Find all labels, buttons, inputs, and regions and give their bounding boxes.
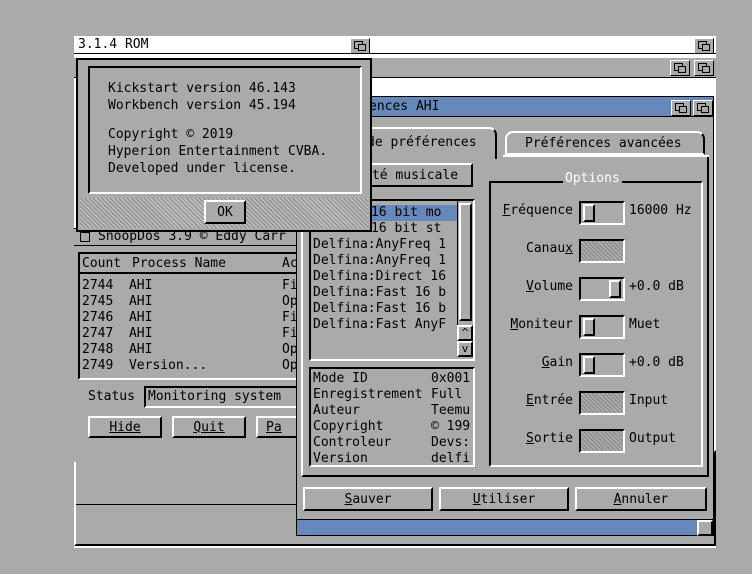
frequency-value: 16000 Hz bbox=[629, 203, 692, 218]
table-row[interactable]: 2747 AHI Fi bbox=[82, 326, 298, 342]
table-row[interactable]: 2749 Version... Op bbox=[82, 358, 298, 374]
list-item[interactable]: Delfina:Fast 16 b bbox=[311, 285, 457, 301]
table-row[interactable]: 2745 AHI Op bbox=[82, 294, 298, 310]
company-line: Hyperion Entertainment CVBA. bbox=[108, 144, 328, 159]
scroll-up-icon[interactable]: ^ bbox=[457, 325, 473, 341]
options-title: Options bbox=[563, 171, 622, 186]
tab-modes[interactable]: de préférences bbox=[357, 127, 497, 159]
ahi-depth-icon[interactable] bbox=[693, 100, 713, 116]
cancel-button[interactable]: Annuler bbox=[575, 487, 707, 511]
snoopdos-window: SnoopDos 3.9 © Eddy Carr Count Process N… bbox=[74, 228, 300, 462]
event-list-header: Count Process Name Ac bbox=[80, 254, 298, 274]
monitor-label: Moniteur bbox=[510, 317, 573, 332]
table-row[interactable]: 2746 AHI Fi bbox=[82, 310, 298, 326]
info-row: Controleur Devs: bbox=[313, 435, 471, 450]
screen-depth-icon[interactable] bbox=[694, 38, 714, 54]
input-slider bbox=[579, 391, 625, 415]
channels-label: Canaux bbox=[526, 241, 573, 256]
kickstart-version: Kickstart version 46.143 bbox=[108, 81, 296, 96]
ahi-title: ences AHI bbox=[369, 99, 440, 114]
scroll-thumb[interactable] bbox=[459, 203, 472, 321]
unit-button[interactable]: té musicale bbox=[357, 163, 473, 187]
gain-label: Gain bbox=[541, 355, 573, 370]
gain-slider[interactable] bbox=[579, 353, 625, 377]
frequency-knob[interactable] bbox=[583, 204, 595, 222]
info-row: Auteur Teemu bbox=[313, 403, 471, 418]
about-text-box: Kickstart version 46.143 Workbench versi… bbox=[88, 66, 362, 194]
status-field: Monitoring system bbox=[144, 386, 300, 408]
column-process-name: Process Name bbox=[132, 256, 226, 271]
event-rows: 2744 AHI Fi 2745 AHI Op 2746 AHI Fi 2747 AH… bbox=[82, 278, 298, 374]
bg-zoom-icon[interactable] bbox=[670, 60, 690, 76]
copyright-line: Copyright © 2019 bbox=[108, 127, 234, 142]
frequency-label: Fréquence bbox=[502, 203, 573, 218]
about-depth-icon[interactable] bbox=[350, 38, 370, 54]
table-row[interactable]: 2748 AHI Op bbox=[82, 342, 298, 358]
monitor-value: Muet bbox=[629, 317, 661, 332]
list-item[interactable]: Delfina:AnyFreq 1 bbox=[311, 253, 457, 269]
volume-value: +0.0 dB bbox=[629, 279, 684, 294]
gain-value: +0.0 dB bbox=[629, 355, 684, 370]
list-item[interactable]: Delfina:AnyFreq 1 bbox=[311, 237, 457, 253]
info-row: Version delfi bbox=[313, 451, 471, 466]
status-value: Monitoring system bbox=[148, 389, 282, 404]
monitor-knob[interactable] bbox=[583, 318, 595, 336]
screen-title-bar: 3.1.4 ROM bbox=[74, 36, 716, 54]
scroll-down-icon[interactable]: v bbox=[457, 341, 473, 357]
input-label: Entrée bbox=[526, 393, 573, 408]
list-item[interactable]: Delfina:Fast AnyF bbox=[311, 317, 457, 333]
volume-label: Volume bbox=[526, 279, 573, 294]
info-row: Copyright © 199 bbox=[313, 419, 471, 434]
gain-knob[interactable] bbox=[583, 356, 595, 374]
output-slider bbox=[579, 429, 625, 453]
screen-title: 3.1.4 ROM bbox=[78, 37, 149, 52]
mode-info-box: Mode ID 0x001 Enregistrement Full Auteur Te… bbox=[309, 367, 475, 467]
monitor-slider[interactable] bbox=[579, 315, 625, 339]
input-value: Input bbox=[629, 393, 669, 408]
output-value: Output bbox=[629, 431, 676, 446]
use-button[interactable]: Utiliser bbox=[439, 487, 569, 511]
table-row[interactable]: 2744 AHI Fi bbox=[82, 278, 298, 294]
ahi-bottom-border bbox=[297, 519, 713, 536]
volume-slider[interactable] bbox=[579, 277, 625, 301]
save-button[interactable]: Sauver bbox=[303, 487, 433, 511]
pause-button[interactable]: Pa bbox=[256, 416, 300, 438]
quit-button[interactable]: Quit bbox=[172, 416, 246, 438]
close-icon[interactable] bbox=[80, 232, 90, 242]
volume-knob[interactable] bbox=[609, 280, 621, 298]
list-item[interactable]: Delfina:Direct 16 bbox=[311, 269, 457, 285]
info-row: Enregistrement Full bbox=[313, 387, 463, 402]
workbench-version: Workbench version 45.194 bbox=[108, 98, 296, 113]
license-line: Developed under license. bbox=[108, 161, 296, 176]
output-label: Sortie bbox=[526, 431, 573, 446]
resize-icon[interactable] bbox=[697, 520, 713, 536]
about-requester: Kickstart version 46.143 Workbench versi… bbox=[76, 58, 372, 232]
ok-button[interactable]: OK bbox=[204, 200, 246, 224]
hide-button[interactable]: Hide bbox=[88, 416, 162, 438]
column-count: Count bbox=[82, 256, 122, 271]
ahi-zoom-icon[interactable] bbox=[671, 100, 691, 116]
channels-slider bbox=[579, 239, 625, 263]
frequency-slider[interactable] bbox=[579, 201, 625, 225]
mode-list-scrollbar[interactable] bbox=[457, 201, 473, 325]
status-label: Status bbox=[88, 389, 135, 404]
info-row: Mode ID 0x001 bbox=[313, 371, 471, 386]
bg-depth-icon[interactable] bbox=[694, 60, 714, 76]
tab-advanced[interactable]: Préférences avancées bbox=[505, 131, 705, 155]
event-list[interactable]: Count Process Name Ac 2744 AHI Fi 2745 AH… bbox=[78, 252, 298, 380]
options-group: Options Fréquence 16000 Hz Canaux Volume… bbox=[489, 171, 703, 467]
list-item[interactable]: Delfina:Fast 16 b bbox=[311, 301, 457, 317]
